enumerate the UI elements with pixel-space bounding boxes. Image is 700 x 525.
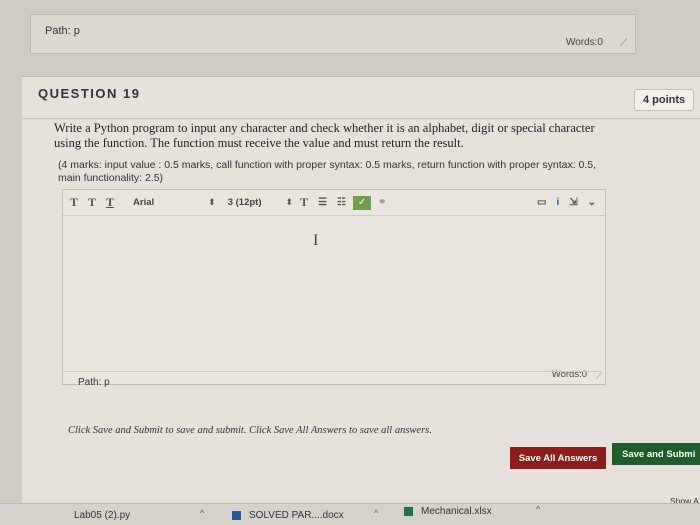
editor-toolbar: T T T Arial ⬍ 3 (12pt) ⬍ T ☰ ☷ ✓ ⚭ ▭ i ⇲… xyxy=(63,190,605,216)
text-format-t1-button[interactable]: T xyxy=(67,193,81,212)
expand-icon[interactable]: ⇲ xyxy=(566,195,580,210)
font-select-arrows-icon[interactable]: ⬍ xyxy=(208,197,216,208)
question-panel: QUESTION 19 4 points Write a Python prog… xyxy=(22,76,700,516)
italic-spell-icon[interactable]: i xyxy=(553,195,562,210)
chevron-up-icon[interactable]: ^ xyxy=(536,504,540,514)
text-cursor-icon: I xyxy=(313,232,319,249)
text-format-t3-button[interactable]: T xyxy=(103,193,117,212)
size-select-arrows-icon[interactable]: ⬍ xyxy=(286,197,294,208)
question-text: Write a Python program to input any char… xyxy=(54,121,595,150)
submit-instructions: Click Save and Submit to save and submit… xyxy=(68,425,432,436)
chevron-up-icon[interactable]: ^ xyxy=(374,508,378,518)
path-label: Path: p xyxy=(45,25,80,37)
resize-grip-icon[interactable]: ⟋ xyxy=(620,38,627,49)
download-item-label: Lab05 (2).py xyxy=(74,510,131,521)
question-header: QUESTION 19 4 points xyxy=(22,77,700,119)
editor-status-bar: Path: p xyxy=(62,371,602,393)
spellcheck-icon[interactable]: ✓ xyxy=(353,195,372,210)
collapse-toolbar-icon[interactable]: ⌄ xyxy=(585,195,599,210)
answer-editor[interactable]: T T T Arial ⬍ 3 (12pt) ⬍ T ☰ ☷ ✓ ⚭ ▭ i ⇲… xyxy=(62,189,606,385)
download-item[interactable]: SOLVED PAR....docx xyxy=(232,510,344,521)
points-badge: 4 points xyxy=(634,89,695,111)
chevron-up-icon[interactable]: ^ xyxy=(200,508,204,518)
word-count: Words:0 xyxy=(565,37,603,48)
link-icon[interactable]: ⚭ xyxy=(375,195,389,210)
word-file-icon xyxy=(232,511,241,520)
preview-icon[interactable]: ▭ xyxy=(534,195,549,210)
text-style-button[interactable]: T xyxy=(297,193,311,212)
excel-file-icon xyxy=(404,507,413,516)
editor-path-label: Path: p xyxy=(78,377,110,388)
downloads-bar: Lab05 (2).py ^ SOLVED PAR....docx ^ Mech… xyxy=(0,503,700,525)
question-marks: (4 marks: input value : 0.5 marks, call … xyxy=(58,159,597,184)
save-and-submit-button[interactable]: Save and Submi xyxy=(612,443,700,465)
bullet-list-icon[interactable]: ☰ xyxy=(315,195,330,210)
font-size-select[interactable]: 3 (12pt) xyxy=(224,195,266,210)
question-title: QUESTION 19 xyxy=(38,86,141,101)
font-family-select[interactable]: Arial xyxy=(129,195,158,210)
download-item[interactable]: Mechanical.xlsx xyxy=(404,506,492,517)
download-item-label: Mechanical.xlsx xyxy=(421,506,492,517)
text-format-t2-button[interactable]: T xyxy=(85,193,99,212)
save-all-answers-button[interactable]: Save All Answers xyxy=(510,447,606,469)
previous-editor-status: Path: p Words:0 ⟋ xyxy=(30,14,636,54)
download-item[interactable]: Lab05 (2).py xyxy=(74,510,130,521)
download-item-label: SOLVED PAR....docx xyxy=(249,510,344,521)
numbered-list-icon[interactable]: ☷ xyxy=(334,195,349,210)
